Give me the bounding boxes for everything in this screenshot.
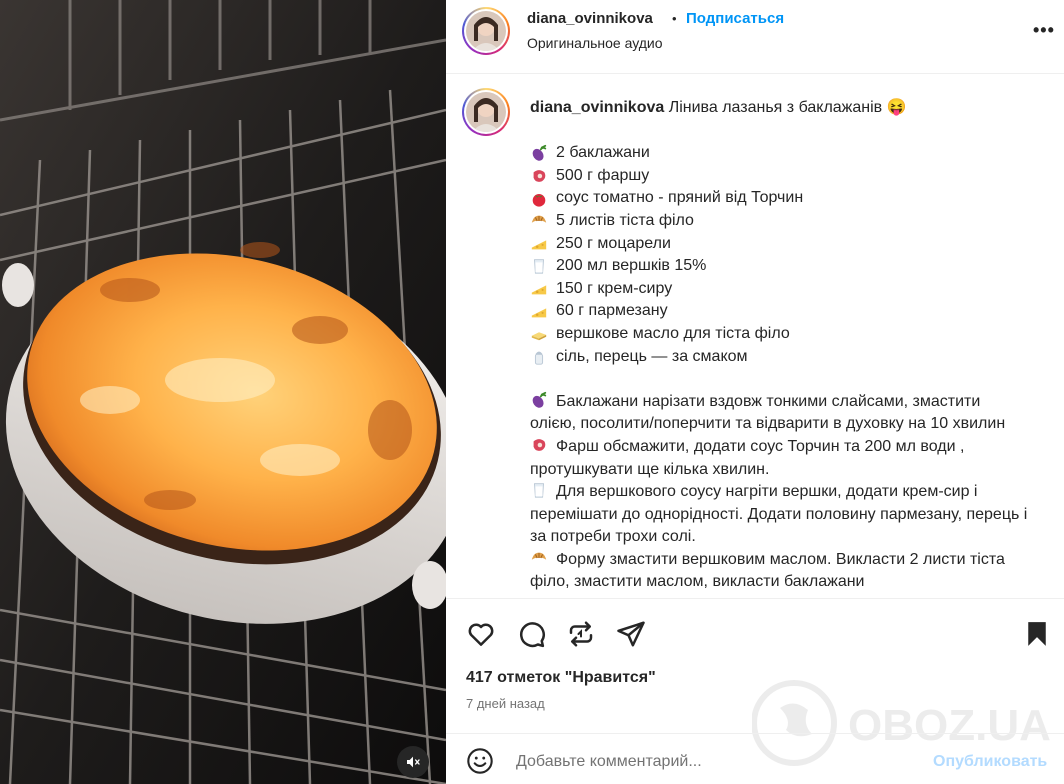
ingredients-list: 2 баклажани 500 г фаршу соус томатно - пря… bbox=[530, 142, 1030, 368]
post-header: diana_ovinnikova • Подписаться Оригиналь… bbox=[446, 0, 1064, 74]
ingredient-text: 150 г крем-сиру bbox=[556, 279, 673, 297]
follow-button[interactable]: Подписаться bbox=[686, 10, 784, 27]
step-text: Для вершкового соусу нагріти вершки, дод… bbox=[530, 483, 1028, 546]
butter-icon bbox=[530, 325, 548, 343]
likes-count[interactable]: 417 отметок "Нравится" bbox=[466, 669, 656, 687]
glass-of-milk-icon bbox=[530, 257, 548, 275]
eggplant-icon bbox=[530, 391, 548, 409]
tomato-icon bbox=[530, 190, 548, 208]
post-side-panel: diana_ovinnikova • Подписаться Оригиналь… bbox=[446, 0, 1064, 784]
cheese-icon bbox=[530, 280, 548, 298]
caption-username[interactable]: diana_ovinnikova bbox=[530, 99, 664, 116]
comment-bar: Добавьте комментарий... Опубликовать bbox=[446, 733, 1064, 784]
heart-icon[interactable] bbox=[466, 619, 496, 649]
ingredient-text: 2 баклажани bbox=[556, 144, 650, 162]
eggplant-icon bbox=[530, 144, 548, 162]
avatar-photo bbox=[466, 92, 506, 132]
publish-button[interactable]: Опубликовать bbox=[933, 753, 1047, 771]
ingredient-text: 500 г фаршу bbox=[556, 166, 650, 184]
emoji-icon[interactable] bbox=[466, 747, 494, 775]
ingredient-text: сіль, перець — за смаком bbox=[556, 347, 748, 365]
ingredient-text: вершкове масло для тіста філо bbox=[556, 324, 790, 342]
croissant-icon bbox=[530, 549, 548, 567]
ingredient-item: 2 баклажани bbox=[530, 142, 1030, 165]
croissant-icon bbox=[530, 212, 548, 230]
separator-dot: • bbox=[672, 11, 677, 26]
salt-shaker-icon bbox=[530, 348, 548, 366]
meat-icon bbox=[530, 436, 548, 454]
ingredient-item: 150 г крем-сиру bbox=[530, 278, 1030, 301]
caption-title: Лінива лазанья з баклажанів 😝 bbox=[668, 99, 907, 116]
bookmark-saved-icon[interactable] bbox=[1022, 619, 1052, 649]
post-timestamp[interactable]: 7 дней назад bbox=[466, 696, 545, 711]
speaker-muted-icon bbox=[407, 756, 420, 768]
cheese-icon bbox=[530, 303, 548, 321]
step-text: Форму змастити вершковим маслом. Викласт… bbox=[530, 550, 1005, 591]
comment-icon[interactable] bbox=[516, 619, 546, 649]
ingredient-text: 60 г пармезану bbox=[556, 302, 668, 320]
avatar[interactable] bbox=[462, 7, 510, 55]
ingredient-item: 60 г пармезану bbox=[530, 300, 1030, 323]
ingredient-text: 5 листів тіста філо bbox=[556, 211, 694, 229]
caption-text: diana_ovinnikova Лінива лазанья з баклаж… bbox=[530, 97, 1030, 594]
post-video[interactable] bbox=[0, 0, 446, 784]
caption-scroll-area[interactable]: diana_ovinnikova Лінива лазанья з баклаж… bbox=[446, 75, 1064, 598]
more-options-button[interactable]: ••• bbox=[1033, 20, 1055, 41]
ingredient-item: соус томатно - пряний від Торчин bbox=[530, 187, 1030, 210]
ingredient-item: вершкове масло для тіста філо bbox=[530, 323, 1030, 346]
repost-icon[interactable] bbox=[566, 619, 596, 649]
steps-list: Баклажани нарізати вздовж тонкими слайса… bbox=[530, 391, 1030, 594]
recipe-step: Баклажани нарізати вздовж тонкими слайса… bbox=[530, 391, 1030, 436]
caption-avatar[interactable] bbox=[462, 88, 510, 136]
ingredient-item: 200 мл вершків 15% bbox=[530, 255, 1030, 278]
step-text: Фарш обсмажити, додати соус Торчин та 20… bbox=[530, 437, 965, 478]
original-audio-link[interactable]: Оригинальное аудио bbox=[527, 35, 663, 51]
comment-input[interactable]: Добавьте комментарий... bbox=[516, 753, 702, 771]
ingredient-text: соус томатно - пряний від Торчин bbox=[556, 189, 804, 207]
action-bar bbox=[446, 598, 1064, 670]
step-text: Баклажани нарізати вздовж тонкими слайса… bbox=[530, 392, 1006, 433]
recipe-step: Фарш обсмажити, додати соус Торчин та 20… bbox=[530, 436, 1030, 481]
share-icon[interactable] bbox=[616, 619, 646, 649]
ingredient-item: 500 г фаршу bbox=[530, 165, 1030, 188]
glass-of-milk-icon bbox=[530, 481, 548, 499]
lasagna-photo bbox=[0, 0, 446, 784]
recipe-step: Для вершкового соусу нагріти вершки, дод… bbox=[530, 481, 1030, 549]
ingredient-item: 5 листів тіста філо bbox=[530, 210, 1030, 233]
ingredient-text: 200 мл вершків 15% bbox=[556, 257, 707, 275]
ingredient-item: сіль, перець — за смаком bbox=[530, 346, 1030, 369]
avatar-photo bbox=[466, 11, 506, 51]
recipe-step: Форму змастити вершковим маслом. Викласт… bbox=[530, 549, 1030, 594]
cheese-icon bbox=[530, 235, 548, 253]
ingredient-item: 250 г моцарели bbox=[530, 233, 1030, 256]
post-author-username[interactable]: diana_ovinnikova bbox=[527, 10, 653, 27]
mute-button[interactable] bbox=[397, 746, 429, 778]
ingredient-text: 250 г моцарели bbox=[556, 234, 671, 252]
meat-icon bbox=[530, 167, 548, 185]
